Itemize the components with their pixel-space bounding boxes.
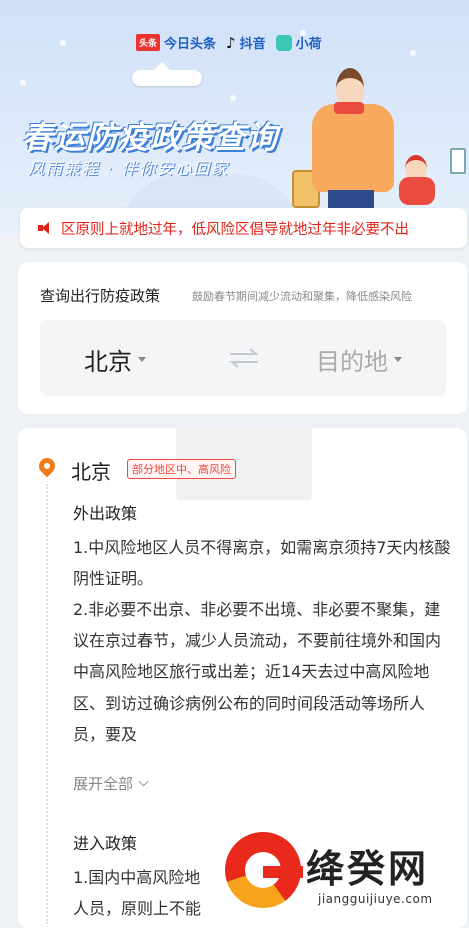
origin-city-label: 北京 (84, 348, 132, 376)
airplane-illustration (132, 62, 202, 86)
site-logo-icon (225, 832, 303, 908)
policy-city: 北京 (71, 460, 111, 484)
outbound-policy-item: 1.中风险地区人员不得离京，如需离京须持7天内核酸阴性证明。 (73, 538, 451, 589)
traveler-illustration (306, 60, 401, 212)
policy-query-card: 查询出行防疫政策 鼓励春节期间减少流动和聚集，降低感染风险 北京 目的地 (18, 262, 467, 414)
site-watermark-name: 绛癸网 (306, 847, 430, 891)
banner-subtitle: 风雨兼程 · 伴你安心回家 (28, 159, 230, 178)
toutiao-logo-icon: 头条 (136, 34, 161, 51)
query-title: 查询出行防疫政策 (40, 287, 161, 305)
expand-all-button[interactable]: 展开全部 (73, 773, 149, 794)
snowflake (410, 50, 416, 56)
brand-toutiao-label: 今日头条 (164, 37, 217, 52)
xiaohe-logo-icon (275, 34, 292, 51)
notice-text: 区原则上就地过年，低风险区倡导就地过年非必要不出 (61, 221, 409, 238)
swap-icon[interactable] (226, 346, 262, 370)
child-illustration (395, 155, 445, 205)
destination-city-select[interactable]: 目的地 (316, 342, 402, 377)
chevron-down-icon (138, 776, 149, 787)
outbound-policy-title: 外出政策 (73, 504, 138, 523)
inbound-policy-title: 进入政策 (73, 834, 138, 853)
site-watermark-url: jiangguijiuye.com (318, 892, 433, 906)
phone-illustration (450, 148, 466, 174)
partner-brands: 头条 今日头条 ♪ 抖音 小荷 (136, 33, 322, 52)
caret-down-icon (138, 357, 146, 362)
banner-title: 春运防疫政策查询 (22, 120, 278, 156)
query-hint: 鼓励春节期间减少流动和聚集，降低感染风险 (192, 290, 412, 303)
brand-douyin-label: 抖音 (239, 37, 266, 52)
banner: 头条 今日头条 ♪ 抖音 小荷 春运防疫政策查询 风雨兼程 · 伴你安心回家 (0, 0, 469, 235)
snowflake (60, 40, 66, 46)
douyin-logo-icon: ♪ (226, 33, 236, 52)
location-pin-icon (35, 454, 59, 478)
notice-bar[interactable]: 区原则上就地过年，低风险区倡导就地过年非必要不出 (20, 208, 467, 248)
speaker-icon (38, 221, 58, 235)
origin-city-select[interactable]: 北京 (84, 342, 146, 377)
caret-down-icon (394, 357, 402, 362)
outbound-policy-item: 2.非必要不出京、非必要不出境、非必要不聚集，建议在京过春节，减少人员流动，不要… (73, 600, 442, 744)
snowflake (20, 80, 26, 86)
snowflake (230, 95, 236, 101)
route-selector: 北京 目的地 (40, 320, 446, 396)
brand-toutiao: 头条 今日头条 (136, 33, 216, 52)
risk-level-badge: 部分地区中、高风险 (127, 459, 236, 479)
brand-xiaohe-label: 小荷 (295, 37, 322, 52)
brand-douyin: ♪ 抖音 (226, 33, 266, 53)
expand-all-label: 展开全部 (73, 775, 134, 793)
destination-city-label: 目的地 (316, 348, 388, 376)
brand-xiaohe: 小荷 (275, 33, 322, 52)
timeline-divider (46, 484, 48, 924)
